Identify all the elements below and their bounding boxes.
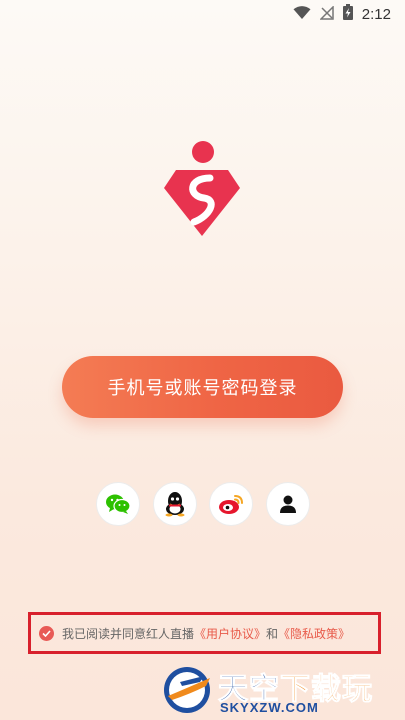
qq-penguin-icon — [165, 492, 185, 517]
airplane-logo-icon — [164, 667, 210, 713]
no-signal-icon — [318, 4, 334, 24]
qq-login-button[interactable] — [152, 482, 197, 526]
watermark-url: SKYXZW.COM — [220, 700, 319, 715]
agreement-row: 我已阅读并同意红人直播 《用户协议》 和 《隐私政策》 — [28, 612, 381, 654]
watermark: 天空下载玩 SKYXZW.COM — [160, 662, 400, 718]
user-icon — [279, 495, 296, 513]
account-login-button[interactable] — [265, 482, 310, 526]
status-time: 2:12 — [361, 5, 391, 23]
ruby-gem-logo-icon — [164, 141, 240, 236]
social-login-row — [96, 482, 310, 526]
privacy-policy-link[interactable]: 《隐私政策》 — [278, 625, 350, 642]
weibo-login-button[interactable] — [209, 482, 254, 526]
user-agreement-link[interactable]: 《用户协议》 — [194, 625, 266, 642]
status-bar: 2:12 — [0, 0, 405, 28]
app-logo — [160, 140, 244, 240]
agreement-checkbox[interactable] — [39, 625, 54, 641]
weibo-icon — [219, 495, 244, 514]
agreement-text: 我已阅读并同意红人直播 — [62, 626, 195, 641]
agreement-conjunction: 和 — [266, 626, 279, 641]
wechat-login-button[interactable] — [96, 482, 140, 526]
phone-account-login-button[interactable]: 手机号或账号密码登录 — [62, 356, 343, 418]
battery-charging-icon — [342, 4, 353, 24]
wechat-icon — [106, 494, 131, 514]
wifi-icon — [293, 5, 311, 24]
checkmark-icon — [42, 629, 51, 637]
